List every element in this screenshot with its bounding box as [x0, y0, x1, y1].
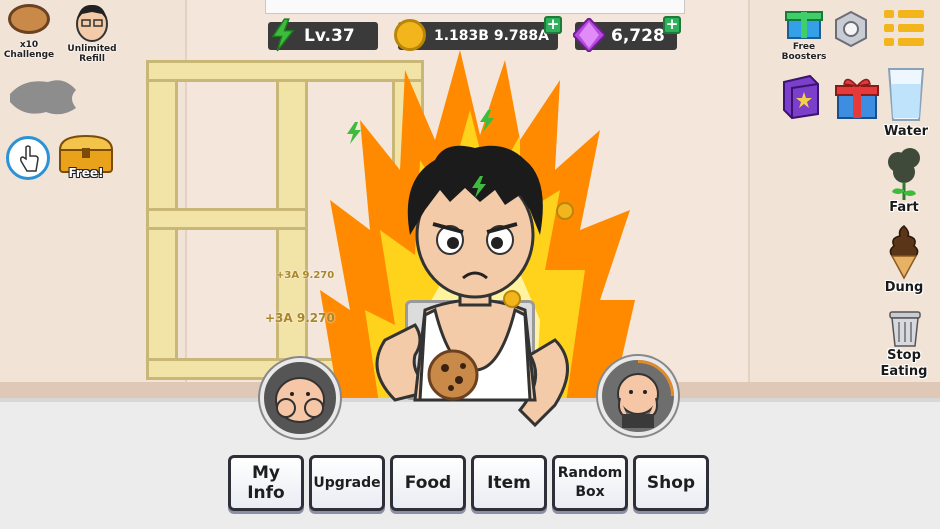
fart-label: Fart: [889, 200, 919, 215]
trash-can-icon: [889, 311, 921, 347]
random-box-button[interactable]: Random Box: [552, 455, 628, 511]
coin-amount: 1.183B 9.788A: [434, 28, 549, 44]
gem-icon: [573, 18, 605, 52]
fish-silhouette-icon[interactable]: [6, 74, 80, 120]
free-chest-button[interactable]: Free!: [56, 134, 116, 184]
game-scene: +3A 9.270 +3A 9.270 Lv.37 1.183B 9.788A …: [0, 0, 940, 529]
coin-counter: 1.183B 9.788A +: [394, 16, 562, 51]
gem-amount: 6,728: [611, 26, 665, 46]
stomach-face-button[interactable]: [260, 358, 340, 438]
upgrade-button[interactable]: Upgrade: [309, 455, 385, 511]
stop-eating-button[interactable]: Stop Eating: [874, 306, 934, 390]
book-icon[interactable]: [778, 74, 824, 120]
energy-bolt-icon: [347, 122, 361, 144]
fart-cloud-icon: [888, 148, 920, 200]
add-gems-button[interactable]: +: [663, 16, 681, 34]
present-icon[interactable]: [834, 74, 880, 120]
toilet-face-button[interactable]: [598, 356, 678, 436]
item-button[interactable]: Item: [471, 455, 547, 511]
top-banner-strip: [265, 0, 685, 14]
energy-bolt-icon: [480, 110, 494, 132]
floating-coin-icon: [556, 202, 574, 220]
add-coins-button[interactable]: +: [544, 16, 562, 34]
dung-button[interactable]: Dung: [874, 222, 934, 298]
free-boosters-label: Free Boosters: [781, 42, 827, 62]
gain-popup-text: +3A 9.270: [276, 270, 335, 281]
gift-box-icon: [785, 11, 823, 39]
food-button[interactable]: Food: [390, 455, 466, 511]
menu-list-icon[interactable]: [882, 8, 926, 48]
level-text: Lv.37: [304, 26, 355, 46]
challenge-label: x10 Challenge: [3, 40, 55, 60]
dung-label: Dung: [884, 280, 924, 295]
free-boosters-button[interactable]: Free Boosters: [776, 2, 832, 64]
dung-cone-icon: [889, 225, 919, 280]
gain-popup-text: +3A 9.270: [265, 311, 335, 325]
tap-hand-icon: [20, 145, 39, 172]
energy-bolt-icon: [472, 176, 486, 198]
water-glass-icon: [887, 68, 925, 121]
settings-nut-icon[interactable]: [832, 10, 870, 48]
refill-label: Unlimited Refill: [67, 44, 117, 64]
free-label: Free!: [68, 166, 104, 180]
bloated-face-icon: [275, 377, 325, 423]
unlimited-refill-button[interactable]: Unlimited Refill: [64, 2, 120, 68]
tap-hint-button[interactable]: [6, 136, 50, 180]
gem-counter: 6,728 +: [573, 16, 681, 52]
energy-bolt-icon: [271, 18, 295, 52]
water-label: Water: [883, 124, 929, 139]
fart-button[interactable]: Fart: [874, 144, 934, 220]
coin-icon: [394, 19, 426, 51]
shop-button[interactable]: Shop: [633, 455, 709, 511]
grandpa-icon: [76, 4, 108, 42]
floating-coin-icon: [503, 290, 521, 308]
level-indicator: Lv.37: [268, 18, 378, 52]
my-info-button[interactable]: My Info: [228, 455, 304, 511]
stop-eating-label: Stop Eating: [880, 348, 928, 379]
strained-face-icon: [617, 373, 659, 428]
water-button[interactable]: Water: [876, 66, 936, 142]
cookie-icon: [8, 4, 50, 34]
challenge-button[interactable]: x10 Challenge: [2, 2, 56, 68]
